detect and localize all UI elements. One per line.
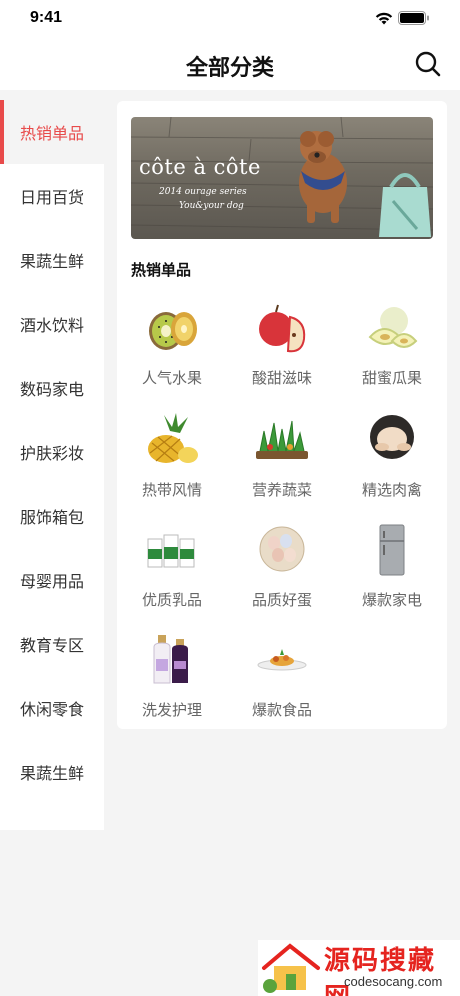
- page-title: 全部分类: [185, 56, 274, 81]
- search-icon[interactable]: [414, 50, 442, 78]
- sidebar-item-label: 日用百货: [19, 188, 84, 207]
- status-bar: 9:41: [0, 0, 460, 40]
- sidebar-item-label: 休闲零食: [19, 700, 84, 719]
- category-content: côte à côte 2014 ourage series You&your …: [117, 101, 447, 729]
- apple-icon: [259, 304, 306, 353]
- category-tile-meat[interactable]: 精选肉禽: [337, 413, 447, 513]
- dish-icon: [257, 649, 307, 671]
- nav-bar: 全部分类: [0, 40, 460, 90]
- banner-title: côte à côte: [139, 155, 261, 179]
- tile-label: 爆款食品: [251, 701, 312, 719]
- tile-label: 精选肉禽: [361, 481, 422, 499]
- tile-label: 品质好蛋: [251, 591, 312, 609]
- wifi-icon: [375, 12, 393, 25]
- sidebar-item-label: 教育专区: [19, 636, 84, 655]
- sidebar-item-label: 酒水饮料: [19, 316, 84, 335]
- tile-label: 优质乳品: [141, 591, 202, 609]
- site-watermark: 源码搜藏网 codesocang.com: [258, 940, 460, 996]
- sidebar-item-baby[interactable]: 母婴用品: [0, 548, 104, 612]
- category-tile-food[interactable]: 爆款食品: [227, 633, 337, 733]
- status-time: 9:41: [30, 9, 63, 26]
- pineapple-icon: [148, 413, 198, 463]
- banner-subtitle: You&your dog: [179, 201, 244, 211]
- tile-label: 酸甜滋味: [251, 369, 312, 387]
- sidebar-item-drinks[interactable]: 酒水饮料: [0, 292, 104, 356]
- sidebar-item-apparel[interactable]: 服饰箱包: [0, 484, 104, 548]
- eggs-icon: [259, 526, 305, 572]
- tile-label: 爆款家电: [361, 591, 422, 609]
- sidebar-item-daily[interactable]: 日用百货: [0, 164, 104, 228]
- banner-subtitle: 2014 ourage series: [159, 187, 247, 197]
- milk-icon: [147, 534, 195, 568]
- sidebar-item-fresh-2[interactable]: 果蔬生鲜: [0, 740, 104, 804]
- battery-icon: [398, 11, 429, 25]
- section-title: 热销单品: [131, 261, 192, 279]
- sidebar-item-label: 护肤彩妆: [19, 444, 84, 463]
- sidebar-item-label: 果蔬生鲜: [19, 764, 84, 783]
- category-tile-tropical[interactable]: 热带风情: [117, 413, 227, 513]
- house-logo-icon: [262, 943, 320, 993]
- sidebar-item-label: 数码家电: [19, 380, 84, 399]
- sidebar-item-fresh[interactable]: 果蔬生鲜: [0, 228, 104, 292]
- tile-label: 人气水果: [141, 369, 202, 387]
- tile-label: 洗发护理: [141, 701, 202, 719]
- tile-label: 热带风情: [141, 481, 202, 499]
- category-tile-dairy[interactable]: 优质乳品: [117, 523, 227, 623]
- sidebar-item-electronics[interactable]: 数码家电: [0, 356, 104, 420]
- tile-label: 甜蜜瓜果: [361, 369, 422, 387]
- category-tile-sweet-sour[interactable]: 酸甜滋味: [227, 301, 337, 401]
- vegetables-icon: [256, 420, 308, 459]
- category-tile-melon[interactable]: 甜蜜瓜果: [337, 301, 447, 401]
- sidebar-item-label: 母婴用品: [19, 572, 84, 591]
- category-sidebar: 热销单品 日用百货 果蔬生鲜 酒水饮料 数码家电 护肤彩妆 服饰箱包 母婴用品 …: [0, 100, 104, 830]
- sidebar-item-cosmetics[interactable]: 护肤彩妆: [0, 420, 104, 484]
- chicken-icon: [370, 415, 414, 459]
- watermark-url: codesocang.com: [344, 974, 443, 989]
- category-tile-haircare[interactable]: 洗发护理: [117, 633, 227, 733]
- bag-illustration: [379, 173, 431, 237]
- melon-icon: [368, 307, 418, 348]
- sidebar-item-education[interactable]: 教育专区: [0, 612, 104, 676]
- category-tile-vegetables[interactable]: 营养蔬菜: [227, 413, 337, 513]
- sidebar-item-label: 热销单品: [19, 124, 84, 143]
- sidebar-item-label: 服饰箱包: [19, 508, 84, 527]
- promo-banner[interactable]: côte à côte 2014 ourage series You&your …: [131, 117, 433, 239]
- category-tile-appliances[interactable]: 爆款家电: [337, 523, 447, 623]
- dog-illustration: [299, 131, 347, 223]
- category-tile-fruit[interactable]: 人气水果: [117, 301, 227, 401]
- category-tile-eggs[interactable]: 品质好蛋: [227, 523, 337, 623]
- sidebar-item-hot[interactable]: 热销单品: [0, 100, 104, 164]
- shampoo-icon: [153, 635, 188, 684]
- kiwi-icon: [149, 312, 197, 350]
- sidebar-item-label: 果蔬生鲜: [19, 252, 84, 271]
- tile-label: 营养蔬菜: [251, 481, 312, 499]
- fridge-icon: [379, 524, 405, 576]
- sidebar-item-snacks[interactable]: 休闲零食: [0, 676, 104, 740]
